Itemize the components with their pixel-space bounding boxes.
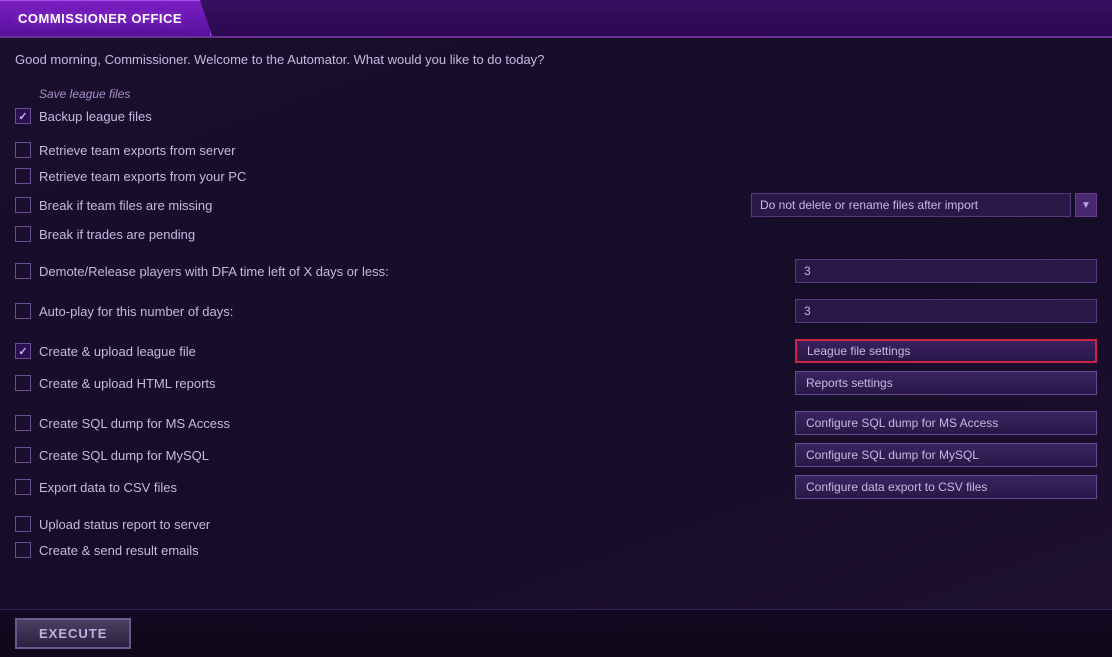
- option-right-create-upload: League file settings: [795, 339, 1097, 363]
- execute-button[interactable]: EXECUTE: [15, 618, 131, 649]
- option-left: Retrieve team exports from your PC: [15, 168, 246, 184]
- checkbox-create-upload[interactable]: [15, 343, 31, 359]
- configure-csv-button[interactable]: Configure data export to CSV files: [795, 475, 1097, 499]
- option-left: Backup league files: [15, 108, 152, 124]
- option-left: Demote/Release players with DFA time lef…: [15, 263, 389, 279]
- option-right-autoplay: 3: [795, 299, 1097, 323]
- option-right-export-csv: Configure data export to CSV files: [795, 475, 1097, 499]
- option-right-break-missing: Do not delete or rename files after impo…: [751, 193, 1097, 217]
- option-right-sql-access: Configure SQL dump for MS Access: [795, 411, 1097, 435]
- label-break-trades: Break if trades are pending: [39, 227, 195, 242]
- label-retrieve-server: Retrieve team exports from server: [39, 143, 236, 158]
- option-row-break-trades: Break if trades are pending: [15, 221, 1097, 247]
- option-left: Create SQL dump for MS Access: [15, 415, 230, 431]
- option-right-sql-mysql: Configure SQL dump for MySQL: [795, 443, 1097, 467]
- dropdown-import[interactable]: Do not delete or rename files after impo…: [751, 193, 1071, 217]
- label-send-emails: Create & send result emails: [39, 543, 199, 558]
- app-title: COMMISSIONER OFFICE: [18, 11, 182, 26]
- option-row-autoplay: Auto-play for this number of days: 3: [15, 295, 1097, 327]
- dropdown-value: Do not delete or rename files after impo…: [760, 198, 978, 212]
- checkbox-sql-access[interactable]: [15, 415, 31, 431]
- checkbox-sql-mysql[interactable]: [15, 447, 31, 463]
- option-left: Create & send result emails: [15, 542, 199, 558]
- option-left: Auto-play for this number of days:: [15, 303, 233, 319]
- configure-sql-access-button[interactable]: Configure SQL dump for MS Access: [795, 411, 1097, 435]
- configure-sql-mysql-button[interactable]: Configure SQL dump for MySQL: [795, 443, 1097, 467]
- label-backup: Backup league files: [39, 109, 152, 124]
- option-right-create-html: Reports settings: [795, 371, 1097, 395]
- option-row-send-emails: Create & send result emails: [15, 537, 1097, 563]
- option-left: Retrieve team exports from server: [15, 142, 236, 158]
- option-row-create-html: Create & upload HTML reports Reports set…: [15, 367, 1097, 399]
- option-left: Create & upload HTML reports: [15, 375, 216, 391]
- checkbox-break-missing[interactable]: [15, 197, 31, 213]
- checkbox-send-emails[interactable]: [15, 542, 31, 558]
- footer: EXECUTE: [0, 609, 1112, 657]
- option-row-export-csv: Export data to CSV files Configure data …: [15, 471, 1097, 503]
- option-left: Break if trades are pending: [15, 226, 195, 242]
- reports-settings-button[interactable]: Reports settings: [795, 371, 1097, 395]
- option-row-backup: Backup league files: [15, 103, 1097, 129]
- label-break-missing: Break if team files are missing: [39, 198, 212, 213]
- dropdown-arrow-icon[interactable]: ▼: [1075, 193, 1097, 217]
- welcome-message: Good morning, Commissioner. Welcome to t…: [15, 48, 1097, 71]
- label-sql-access: Create SQL dump for MS Access: [39, 416, 230, 431]
- league-file-settings-button[interactable]: League file settings: [795, 339, 1097, 363]
- option-row-sql-mysql: Create SQL dump for MySQL Configure SQL …: [15, 439, 1097, 471]
- label-create-html: Create & upload HTML reports: [39, 376, 216, 391]
- label-upload-status: Upload status report to server: [39, 517, 210, 532]
- input-autoplay-value: 3: [804, 304, 811, 318]
- label-autoplay: Auto-play for this number of days:: [39, 304, 233, 319]
- checkbox-retrieve-pc[interactable]: [15, 168, 31, 184]
- main-content: Good morning, Commissioner. Welcome to t…: [0, 38, 1112, 609]
- checkbox-autoplay[interactable]: [15, 303, 31, 319]
- option-right-demote: 3: [795, 259, 1097, 283]
- label-sql-mysql: Create SQL dump for MySQL: [39, 448, 209, 463]
- input-demote-days[interactable]: 3: [795, 259, 1097, 283]
- option-row-retrieve-pc: Retrieve team exports from your PC: [15, 163, 1097, 189]
- title-bar: COMMISSIONER OFFICE: [0, 0, 1112, 38]
- label-export-csv: Export data to CSV files: [39, 480, 177, 495]
- option-row-break-missing: Break if team files are missing Do not d…: [15, 189, 1097, 221]
- label-create-upload: Create & upload league file: [39, 344, 196, 359]
- label-demote: Demote/Release players with DFA time lef…: [39, 264, 389, 279]
- section-save-label: Save league files: [15, 83, 1097, 103]
- option-row-retrieve-server: Retrieve team exports from server: [15, 137, 1097, 163]
- option-left: Create SQL dump for MySQL: [15, 447, 209, 463]
- checkbox-export-csv[interactable]: [15, 479, 31, 495]
- checkbox-upload-status[interactable]: [15, 516, 31, 532]
- option-row-sql-access: Create SQL dump for MS Access Configure …: [15, 407, 1097, 439]
- app-container: COMMISSIONER OFFICE Good morning, Commis…: [0, 0, 1112, 657]
- option-left: Export data to CSV files: [15, 479, 177, 495]
- options-section: Save league files Backup league files Re…: [15, 83, 1097, 563]
- input-demote-value: 3: [804, 264, 811, 278]
- input-autoplay-days[interactable]: 3: [795, 299, 1097, 323]
- title-tab: COMMISSIONER OFFICE: [0, 0, 212, 36]
- option-left: Create & upload league file: [15, 343, 196, 359]
- checkbox-break-trades[interactable]: [15, 226, 31, 242]
- checkbox-create-html[interactable]: [15, 375, 31, 391]
- option-row-demote: Demote/Release players with DFA time lef…: [15, 255, 1097, 287]
- option-left: Break if team files are missing: [15, 197, 212, 213]
- label-retrieve-pc: Retrieve team exports from your PC: [39, 169, 246, 184]
- option-row-create-upload: Create & upload league file League file …: [15, 335, 1097, 367]
- checkbox-retrieve-server[interactable]: [15, 142, 31, 158]
- option-left: Upload status report to server: [15, 516, 210, 532]
- checkbox-backup[interactable]: [15, 108, 31, 124]
- checkbox-demote[interactable]: [15, 263, 31, 279]
- option-row-upload-status: Upload status report to server: [15, 511, 1097, 537]
